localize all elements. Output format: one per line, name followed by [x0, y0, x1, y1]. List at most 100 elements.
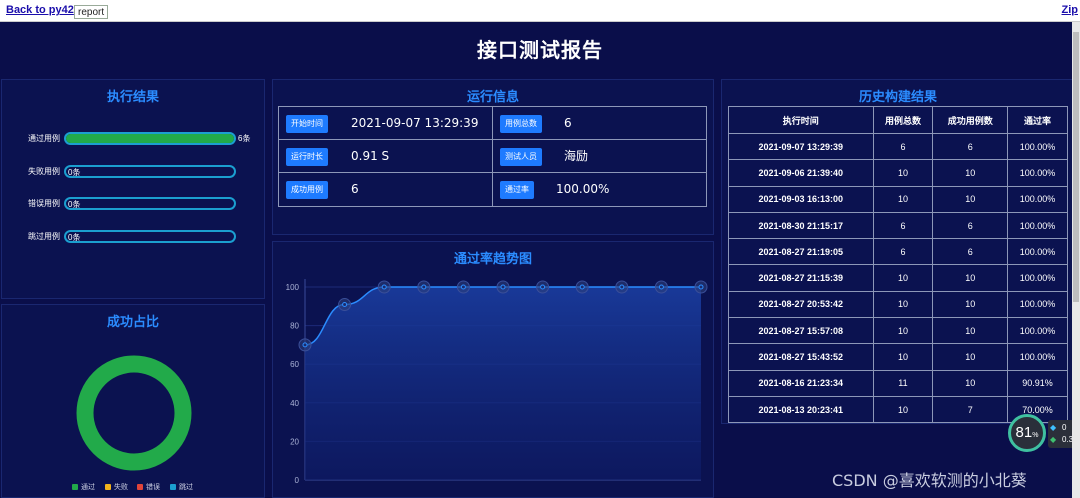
- info-value: 0.91 S: [351, 149, 390, 163]
- donut-legend: 通过 失败 错误 跳过: [72, 482, 202, 492]
- cell-success: 10: [932, 264, 1009, 292]
- exec-row-value: 0条: [68, 233, 81, 242]
- cell-success: 10: [932, 369, 1009, 397]
- progress-bar: 0条: [64, 230, 236, 243]
- progress-fill: [66, 134, 234, 143]
- data-point: [342, 302, 348, 308]
- progress-bar: 0条: [64, 197, 236, 210]
- cell-time: 2021-08-27 15:57:08: [728, 317, 874, 345]
- trend-title: 通过率趋势图: [453, 252, 532, 267]
- info-cell: 通过率 100.00%: [493, 173, 707, 206]
- cell-rate: 90.91%: [1007, 369, 1068, 397]
- info-label: 通过率: [500, 181, 534, 199]
- data-point: [698, 284, 704, 290]
- cell-total: 6: [872, 238, 934, 266]
- exec-row-skip: 跳过用例 0条: [2, 230, 264, 244]
- data-point: [579, 284, 585, 290]
- cell-time: 2021-08-27 21:19:05: [728, 238, 874, 266]
- cell-rate: 100.00%: [1007, 238, 1068, 266]
- history-title: 历史构建结果: [858, 90, 937, 105]
- cell-total: 10: [872, 159, 934, 187]
- back-link[interactable]: Back to py42: [6, 4, 74, 16]
- col-header: 通过率: [1007, 106, 1068, 134]
- watermark: CSDN @喜欢软测的小北葵: [832, 471, 1027, 490]
- info-label: 测试人员: [500, 148, 542, 166]
- y-tick-label: 80: [290, 322, 299, 331]
- cell-time: 2021-09-06 21:39:40: [728, 159, 874, 187]
- exec-results-panel: 执行结果 通过用例 6条 失败用例 0条 错误用例 0条 跳过用例 0条: [1, 79, 265, 299]
- cell-rate: 100.00%: [1007, 317, 1068, 345]
- cell-time: 2021-08-30 21:15:17: [728, 211, 874, 240]
- cell-success: 10: [932, 185, 1009, 213]
- scrollbar-thumb[interactable]: [1073, 32, 1079, 302]
- top-bar: Back to py42 report Zip: [0, 0, 1080, 22]
- progress-bar: [64, 132, 236, 145]
- info-cell: 开始时间 2021-09-07 13:29:39: [279, 107, 493, 140]
- y-tick-label: 60: [290, 360, 299, 369]
- legend-label: 失败: [114, 484, 128, 491]
- progress-bar: 0条: [64, 165, 236, 178]
- legend-swatch: [137, 484, 143, 490]
- speed-gauge: 81%: [1008, 414, 1046, 452]
- speed-unit: %: [1032, 432, 1039, 439]
- info-label: 开始时间: [286, 115, 328, 133]
- exec-results-title: 执行结果: [106, 90, 159, 105]
- cell-success: 10: [932, 317, 1009, 345]
- cell-total: 10: [872, 290, 934, 319]
- info-value: 海励: [564, 149, 589, 163]
- cell-time: 2021-09-03 16:13:00: [728, 185, 874, 213]
- cell-total: 10: [872, 185, 934, 213]
- history-row: 2021-08-27 15:43:52 10 10 100.00%: [728, 343, 1068, 371]
- cell-time: 2021-08-27 21:15:39: [728, 264, 874, 292]
- y-tick-label: 20: [290, 437, 299, 446]
- history-row: 2021-09-07 13:29:39 6 6 100.00%: [728, 132, 1068, 161]
- success-ratio-panel: 成功占比 通过 失败 错误 跳过: [1, 304, 265, 498]
- cell-total: 10: [872, 343, 934, 371]
- info-cell: 运行时长 0.91 S: [279, 140, 493, 173]
- cell-total: 6: [872, 132, 934, 161]
- info-value: 6: [564, 116, 572, 130]
- history-row: 2021-08-27 21:19:05 6 6 100.00%: [728, 238, 1068, 266]
- cell-time: 2021-08-27 20:53:42: [728, 290, 874, 319]
- trend-area: [305, 287, 701, 480]
- cell-time: 2021-09-07 13:29:39: [728, 132, 874, 161]
- data-point: [421, 284, 427, 290]
- history-row: 2021-08-27 15:57:08 10 10 100.00%: [728, 317, 1068, 345]
- info-cell: 测试人员 海励: [493, 140, 707, 173]
- legend-label: 错误: [146, 484, 160, 491]
- cell-success: 10: [932, 343, 1009, 371]
- exec-row-value: 0条: [68, 168, 81, 177]
- info-label: 运行时长: [286, 148, 328, 166]
- info-label: 成功用例: [286, 181, 328, 199]
- info-cell: 成功用例 6: [279, 173, 493, 206]
- cell-total: 10: [872, 395, 934, 424]
- data-point: [658, 284, 664, 290]
- scrollbar[interactable]: [1072, 22, 1080, 498]
- report-tab[interactable]: report: [74, 5, 109, 19]
- cell-rate: 100.00%: [1007, 159, 1068, 187]
- data-point: [302, 342, 308, 348]
- speed-widget[interactable]: 81% ◆ 0 ◆ 0.3: [1008, 414, 1080, 454]
- data-point: [619, 284, 625, 290]
- y-tick-label: 100: [286, 283, 300, 292]
- cell-rate: 100.00%: [1007, 211, 1068, 240]
- exec-row-value: 0条: [68, 200, 81, 209]
- legend-swatch: [72, 484, 78, 490]
- exec-row-pass: 通过用例 6条: [2, 132, 264, 146]
- data-point: [460, 284, 466, 290]
- zip-link[interactable]: Zip: [1062, 4, 1079, 16]
- info-cell: 用例总数 6: [493, 107, 707, 140]
- col-header: 成功用例数: [932, 106, 1009, 134]
- run-info-table: 开始时间 2021-09-07 13:29:39 用例总数 6 运行时长 0.9…: [278, 106, 707, 207]
- legend-swatch: [170, 484, 176, 490]
- cell-time: 2021-08-16 21:23:34: [728, 369, 874, 397]
- exec-row-value: 6条: [238, 134, 251, 143]
- info-label: 用例总数: [500, 115, 542, 133]
- page-title: 接口测试报告: [477, 38, 603, 62]
- y-tick-label: 40: [290, 399, 299, 408]
- legend-label: 跳过: [179, 484, 193, 491]
- history-row: 2021-08-16 21:23:34 11 10 90.91%: [728, 369, 1068, 397]
- info-value: 6: [351, 182, 359, 196]
- speed-up-value: 0: [1062, 423, 1067, 432]
- history-table: 执行时间 用例总数 成功用例数 通过率 2021-09-07 13:29:39 6…: [728, 106, 1068, 424]
